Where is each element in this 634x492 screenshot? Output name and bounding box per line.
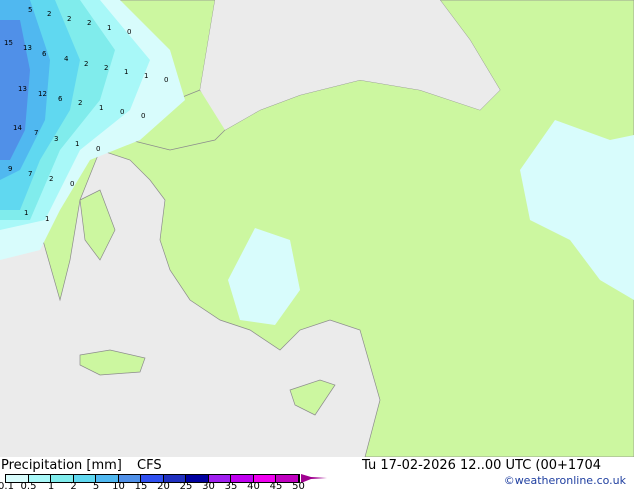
contour-label: 0	[70, 180, 74, 188]
contour-label: 7	[34, 129, 38, 137]
datetime: Tu 17-02-2026 12..00 UTC (00+1704	[362, 458, 601, 473]
scale-tick: 35	[224, 481, 238, 492]
legend-title: Precipitation [mm]	[1, 458, 122, 473]
contour-label: 2	[67, 15, 71, 23]
contour-label: 1	[45, 215, 49, 223]
precipitation-map: 5 2 2 2 1 0 15 13 6 4 2 2 1 1 0 13 12 6 2 1 0 0 14 7 3 1 0 9 7 2 0 1 1	[0, 0, 634, 457]
scale-tick: 20	[157, 481, 170, 492]
scale-tick: 2	[70, 481, 77, 492]
scale-tick: 5	[92, 481, 100, 492]
scale-arrow	[301, 474, 327, 483]
contour-label: 0	[96, 145, 100, 153]
contour-label: 1	[124, 68, 128, 76]
scale-tick: 50	[292, 481, 305, 492]
scale-tick: 45	[269, 481, 283, 492]
contour-label: 1	[99, 104, 103, 112]
contour-label: 15	[4, 39, 13, 47]
contour-label: 3	[54, 135, 58, 143]
contour-label: 2	[87, 19, 91, 27]
contour-label: 14	[13, 124, 22, 132]
contour-label: 4	[64, 55, 69, 63]
scale-tick: 25	[179, 481, 193, 492]
contour-label: 0	[127, 28, 131, 36]
contour-label: 1	[75, 140, 79, 148]
legend: Precipitation [mm] CFS Tu 17-02-2026 12.…	[0, 457, 634, 492]
contour-label: 2	[78, 99, 82, 107]
contour-label: 1	[107, 24, 111, 32]
contour-label: 0	[120, 108, 124, 116]
contour-label: 6	[58, 95, 63, 103]
scale-tick: 15	[134, 481, 148, 492]
contour-label: 0	[164, 76, 168, 84]
contour-label: 6	[42, 50, 47, 58]
contour-label: 7	[28, 170, 32, 178]
contour-label: 1	[24, 209, 28, 217]
contour-label: 13	[23, 44, 32, 52]
scale-tick: 30	[202, 481, 215, 492]
scale-tick: 10	[112, 481, 125, 492]
contour-label: 1	[144, 72, 148, 80]
model-name: CFS	[137, 458, 162, 473]
contour-label: 2	[104, 64, 108, 72]
contour-label: 0	[141, 112, 145, 120]
scale-tick: 0.1	[0, 481, 14, 492]
contour-label: 5	[28, 6, 32, 14]
contour-label: 9	[8, 165, 12, 173]
scale-tick: 1	[47, 481, 55, 492]
contour-label: 13	[18, 85, 27, 93]
scale-tick: 40	[247, 481, 260, 492]
contour-label: 2	[84, 60, 88, 68]
contour-label: 12	[38, 90, 47, 98]
credit-link[interactable]: ©weatheronline.co.uk	[504, 474, 626, 487]
contour-label: 2	[49, 175, 53, 183]
scale-tick: 0.5	[20, 481, 37, 492]
contour-label: 2	[47, 10, 51, 18]
